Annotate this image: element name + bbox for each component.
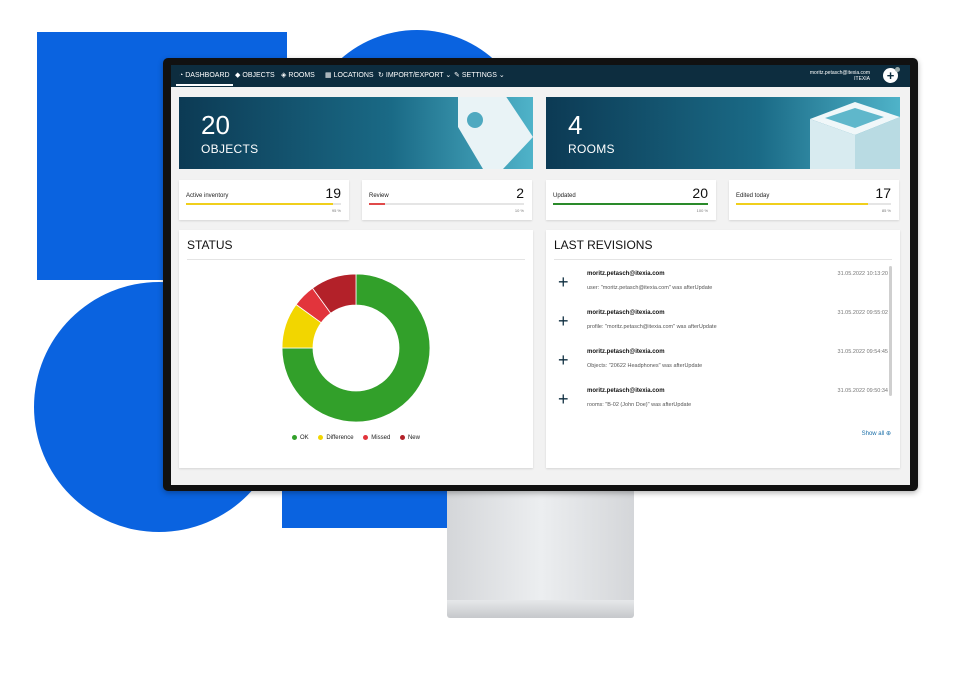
stat-percent: 95 % [331, 208, 341, 213]
plus-icon: + [558, 350, 569, 370]
objects-label: OBJECTS [201, 142, 259, 156]
stat-percent: 100 % [696, 208, 708, 213]
user-organization: ITEXIA [854, 76, 870, 82]
revision-user: moritz.petasch@itexia.com [587, 271, 665, 277]
nav-dashboard[interactable]: ◔ Dashboard [176, 65, 233, 87]
dashboard-icon: ◔ [179, 72, 184, 79]
sync-icon: ↻ [378, 72, 384, 79]
revision-text: rooms: "B-02 (John Doe)" was afterUpdate [587, 402, 692, 408]
scrollbar[interactable] [889, 266, 892, 396]
plus-icon: + [558, 272, 569, 292]
wrench-icon: ✎ [454, 72, 460, 79]
plus-icon: + [558, 311, 569, 331]
chart-legend: OK Difference Missed New [179, 435, 533, 441]
building-icon: ▦ [325, 72, 332, 79]
status-title: STATUS [187, 238, 233, 252]
revision-user: moritz.petasch@itexia.com [587, 388, 665, 394]
stat-card-updated[interactable]: Updated 20 100 % [546, 180, 716, 220]
stat-title: Updated [553, 193, 576, 199]
legend-swatch [318, 435, 324, 440]
stat-percent: 85 % [881, 208, 891, 213]
stat-progress-bar [186, 203, 341, 205]
stat-percent: 10 % [514, 208, 524, 213]
stat-card-edited-today[interactable]: Edited today 17 85 % [729, 180, 899, 220]
plus-icon: + [558, 389, 569, 409]
revision-item[interactable]: + moritz.petasch@itexia.com profile: "mo… [558, 309, 888, 343]
stat-progress-bar [553, 203, 708, 205]
stat-progress-bar [736, 203, 891, 205]
divider [554, 259, 892, 260]
rooms-label: ROOMS [568, 142, 615, 156]
rooms-count: 4 [568, 110, 583, 140]
revision-time: 31.05.2022 09:55:02 [837, 310, 888, 316]
revision-text: user: "moritz.petasch@itexia.com" was af… [587, 285, 713, 291]
user-info[interactable]: moritz.petasch@itexia.com ITEXIA [810, 70, 870, 82]
status-panel: STATUS OK Difference Missed New [179, 230, 533, 468]
stat-card-review[interactable]: Review 2 10 % [362, 180, 532, 220]
legend-swatch [292, 435, 298, 440]
revisions-title: LAST REVISIONS [554, 238, 653, 252]
revision-user: moritz.petasch@itexia.com [587, 310, 665, 316]
legend-item-new: New [399, 435, 420, 441]
stat-value: 19 [325, 185, 341, 201]
cube-icon [810, 102, 900, 169]
revision-text: profile: "moritz.petasch@itexia.com" was… [587, 324, 717, 330]
revision-item[interactable]: + moritz.petasch@itexia.com user: "morit… [558, 270, 888, 304]
revision-item[interactable]: + moritz.petasch@itexia.com rooms: "B-02… [558, 387, 888, 421]
legend-swatch [363, 435, 369, 440]
stat-title: Review [369, 193, 389, 199]
nav-rooms[interactable]: ◈ Rooms [281, 65, 315, 87]
stat-value: 20 [692, 185, 708, 201]
revision-time: 31.05.2022 10:13:20 [837, 271, 888, 277]
cube-icon: ◈ [281, 72, 287, 79]
revision-text: Objects: "20622 Headphones" was afterUpd… [587, 363, 703, 369]
divider [187, 259, 525, 260]
nav-import-export[interactable]: ↻ Import/Export ⌄ [378, 65, 451, 87]
nav-objects[interactable]: ◆ Objects [235, 65, 275, 87]
nav-locations[interactable]: ▦ Locations [325, 65, 374, 87]
tag-icon [458, 97, 533, 169]
objects-summary-tile[interactable]: 20 OBJECTS [179, 97, 533, 169]
monitor-stand [447, 490, 634, 602]
monitor-stand-foot [447, 600, 634, 618]
plus-icon: + [886, 68, 895, 83]
stat-progress-bar [369, 203, 524, 205]
revision-time: 31.05.2022 09:50:34 [837, 388, 888, 394]
stat-card-active-inventory[interactable]: Active inventory 19 95 % [179, 180, 349, 220]
app-screen: ◔ Dashboard ◆ Objects ◈ Rooms ▦ Locations ↻ I… [171, 65, 910, 485]
chevron-down-icon: ⌄ [445, 72, 452, 79]
legend-item-difference: Difference [318, 435, 354, 441]
stat-progress-fill [186, 203, 334, 205]
stat-title: Edited today [736, 193, 770, 199]
arrow-circle-icon: ⊕ [885, 431, 891, 437]
chevron-down-icon: ⌄ [498, 72, 505, 79]
revision-time: 31.05.2022 09:54:45 [837, 349, 888, 355]
rooms-summary-tile[interactable]: 4 ROOMS [546, 97, 900, 169]
stat-progress-fill [736, 203, 868, 205]
objects-count: 20 [201, 110, 230, 140]
tag-icon: ◆ [235, 72, 241, 79]
legend-swatch [399, 435, 405, 440]
legend-item-ok: OK [292, 435, 309, 441]
status-donut-chart [281, 273, 431, 423]
stat-value: 17 [875, 185, 891, 201]
top-navigation: ◔ Dashboard ◆ Objects ◈ Rooms ▦ Locations ↻ I… [171, 65, 910, 87]
legend-item-missed: Missed [363, 435, 390, 441]
show-all-link[interactable]: Show all ⊕ [862, 430, 891, 437]
monitor: ◔ Dashboard ◆ Objects ◈ Rooms ▦ Locations ↻ I… [163, 58, 918, 491]
stat-progress-fill [369, 203, 385, 205]
nav-settings[interactable]: ✎ Settings ⌄ [454, 65, 505, 87]
stat-progress-fill [553, 203, 708, 205]
revisions-panel: LAST REVISIONS + moritz.petasch@itexia.c… [546, 230, 900, 468]
stat-value: 2 [516, 185, 524, 201]
notification-badge [895, 67, 900, 72]
stat-title: Active inventory [186, 193, 229, 199]
revision-item[interactable]: + moritz.petasch@itexia.com Objects: "20… [558, 348, 888, 382]
revision-user: moritz.petasch@itexia.com [587, 349, 665, 355]
